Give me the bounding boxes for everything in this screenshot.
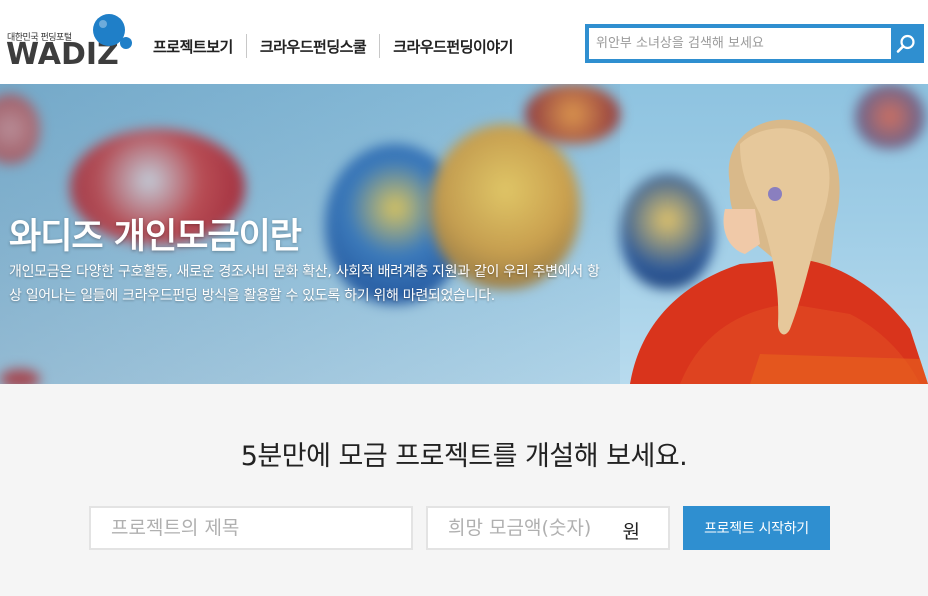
goal-amount-field: 원: [426, 506, 670, 550]
search-input[interactable]: [589, 28, 891, 59]
currency-unit: 원: [622, 521, 640, 543]
girl-photo: [630, 119, 928, 384]
hero-description: 개인모금은 다양한 구호활동, 새로운 경조사비 문화 확산, 사회적 배려계층…: [9, 264, 600, 304]
nav-item-stories[interactable]: 크라우드펀딩이야기: [393, 36, 513, 57]
nav-divider: [379, 34, 381, 58]
start-project-button[interactable]: 프로젝트 시작하기: [683, 506, 830, 550]
search-button[interactable]: [891, 28, 920, 59]
nav-item-school[interactable]: 크라우드펀딩스쿨: [260, 36, 367, 57]
hero-title: 와디즈 개인모금이란: [9, 217, 302, 257]
main-nav: 프로젝트보기 크라우드펀딩스쿨 크라우드펀딩이야기: [153, 34, 513, 58]
nav-divider: [245, 34, 247, 58]
project-title-input[interactable]: [91, 508, 411, 548]
create-project-section: 5분만에 모금 프로젝트를 개설해 보세요. 원 프로젝트 시작하기: [0, 384, 928, 596]
search-icon: [896, 34, 915, 53]
nav-item-projects[interactable]: 프로젝트보기: [153, 36, 233, 57]
cta-heading: 5분만에 모금 프로젝트를 개설해 보세요.: [240, 441, 688, 472]
hero-banner: 와디즈 개인모금이란 개인모금은 다양한 구호활동, 새로운 경조사비 문화 확…: [0, 84, 928, 384]
logo-bubbles-icon: [93, 14, 132, 49]
project-title-field: [89, 506, 413, 550]
site-header: 대한민국 펀딩포털 WADIZ 프로젝트보기 크라우드펀딩스쿨 크라우드펀딩이야…: [0, 0, 928, 84]
wadiz-logo[interactable]: 대한민국 펀딩포털 WADIZ: [6, 10, 132, 72]
search-box: [585, 24, 924, 63]
